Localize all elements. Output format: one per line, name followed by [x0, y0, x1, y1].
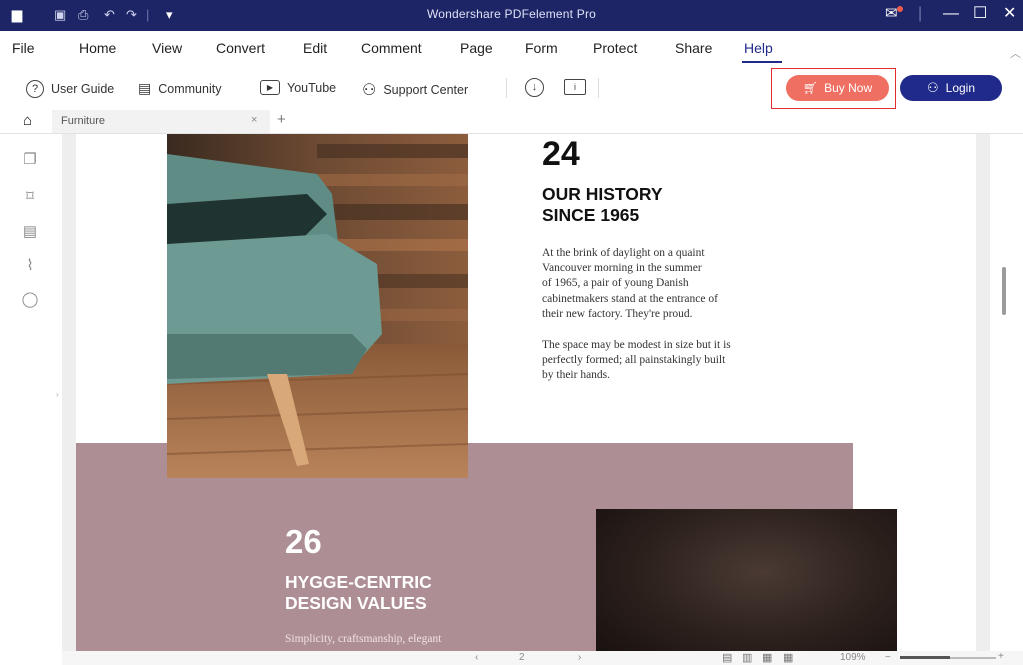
notification-mail-icon[interactable]: ✉ [885, 5, 898, 23]
zoom-slider-fill [900, 656, 950, 659]
history-page-number: 24 [542, 135, 580, 173]
current-page-field[interactable]: 2 [519, 652, 525, 663]
support-center-label: Support Center [383, 83, 469, 97]
document-page: 24 OUR HISTORY SINCE 1965 At the brink o… [76, 134, 976, 665]
next-page-icon[interactable]: › [578, 652, 581, 663]
history-para1-line: Vancouver morning in the summer [542, 262, 702, 275]
menu-page[interactable]: Page [460, 40, 493, 56]
buy-now-label: Buy Now [824, 81, 873, 95]
two-page-view-icon[interactable]: ▦ [762, 651, 772, 664]
armchair-illustration [167, 134, 468, 478]
continuous-view-icon[interactable]: ▥ [742, 651, 752, 664]
status-bar: ‹ 2 › ▤ ▥ ▦ ▦ 109% − + [62, 651, 1023, 665]
search-bubble-icon[interactable]: ◯ [20, 290, 40, 310]
title-bar: ▆ ▣ ⎙ ↶ ↷ | ▾ Wondershare PDFelement Pro… [0, 0, 1023, 31]
tab-furniture[interactable]: Furniture × [52, 110, 270, 133]
vertical-scrollbar[interactable] [990, 134, 1023, 665]
close-button[interactable]: ✕ [1003, 5, 1016, 23]
help-circle-icon: ? [26, 80, 44, 98]
history-paragraph-1: At the brink of daylight on a quaint Van… [542, 246, 792, 322]
menu-form[interactable]: Form [525, 40, 558, 56]
toolbar-divider [506, 78, 507, 98]
menu-edit[interactable]: Edit [303, 40, 327, 56]
menu-help[interactable]: Help [744, 40, 773, 56]
ribbon-toolbar: ? User Guide ▤ Community ▶ YouTube ⚇ Sup… [0, 66, 1023, 110]
download-icon[interactable]: ↓ [525, 78, 544, 97]
history-heading-line1: OUR HISTORY [542, 184, 663, 204]
play-icon: ▶ [260, 80, 280, 95]
home-icon[interactable]: ⌂ [23, 112, 32, 129]
sidebar-collapse-handle[interactable]: › [56, 390, 59, 399]
buy-now-button[interactable]: 🛒︎ Buy Now [786, 75, 889, 101]
history-para2-line: The space may be modest in size but it i… [542, 339, 731, 351]
youtube-label: YouTube [287, 80, 337, 95]
scrollbar-thumb[interactable] [1002, 267, 1006, 315]
document-tab-bar: ⌂ Furniture × + [0, 110, 1023, 134]
zoom-level[interactable]: 109% [840, 652, 866, 663]
info-panel-icon[interactable]: i [564, 79, 586, 95]
single-page-view-icon[interactable]: ▤ [722, 651, 732, 664]
person-icon: ⚇ [362, 82, 377, 99]
zoom-in-icon[interactable]: + [998, 651, 1004, 662]
values-paragraph-snippet: Simplicity, craftsmanship, elegant [285, 633, 442, 645]
new-tab-button[interactable]: + [277, 111, 286, 128]
menu-bar: File Home View Convert Edit Comment Page… [0, 31, 1023, 66]
history-para1-line: their new factory. They're proud. [542, 307, 693, 320]
menu-share[interactable]: Share [675, 40, 712, 56]
history-para2-line: perfectly formed; all painstakingly buil… [542, 354, 726, 367]
comments-icon[interactable]: ▤ [20, 222, 40, 242]
support-center-button[interactable]: ⚇ Support Center [362, 80, 468, 100]
menu-home[interactable]: Home [79, 40, 116, 56]
notification-dot [897, 6, 903, 12]
login-label: Login [945, 81, 976, 95]
bookmark-icon[interactable]: ⌑ [20, 187, 40, 207]
community-label: Community [158, 81, 222, 96]
user-guide-button[interactable]: ? User Guide [26, 80, 114, 98]
cart-icon: 🛒︎ [802, 81, 819, 95]
login-button[interactable]: ⚇ Login [900, 75, 1002, 101]
history-para1-line: of 1965, a pair of young Danish [542, 277, 689, 290]
zoom-out-icon[interactable]: − [885, 652, 891, 663]
minimize-button[interactable]: — [943, 5, 959, 23]
menu-protect[interactable]: Protect [593, 40, 637, 56]
user-guide-label: User Guide [51, 82, 115, 96]
window-title: Wondershare PDFelement Pro [426, 7, 597, 21]
active-menu-underline [742, 61, 782, 63]
community-chat-icon: ▤ [138, 80, 152, 96]
values-page-number: 26 [285, 523, 322, 560]
dark-interior-photo [596, 509, 897, 665]
menu-view[interactable]: View [152, 40, 182, 56]
document-canvas[interactable]: 24 OUR HISTORY SINCE 1965 At the brink o… [62, 134, 990, 665]
prev-page-icon[interactable]: ‹ [475, 652, 478, 663]
values-heading-line2: DESIGN VALUES [285, 593, 427, 613]
values-heading-line1: HYGGE-CENTRIC [285, 572, 432, 592]
tab-close-icon[interactable]: × [251, 114, 257, 126]
menu-comment[interactable]: Comment [361, 40, 422, 56]
community-button[interactable]: ▤ Community [138, 80, 221, 97]
collapse-ribbon-icon[interactable]: ︿ [1010, 45, 1021, 61]
left-sidebar: ❐ ⌑ ▤ ⌇ ◯ › [0, 134, 63, 665]
user-icon: ⚇ [926, 80, 939, 95]
armchair-photo [167, 134, 468, 478]
grid-view-icon[interactable]: ▦ [783, 651, 793, 664]
menu-file[interactable]: File [12, 40, 35, 56]
history-heading-line2: SINCE 1965 [542, 205, 640, 225]
youtube-button[interactable]: ▶ YouTube [260, 80, 336, 95]
history-para1-line: At the brink of daylight on a quaint [542, 247, 705, 259]
history-para1-line: cabinetmakers stand at the entrance of [542, 292, 718, 305]
attachment-icon[interactable]: ⌇ [20, 256, 40, 276]
maximize-button[interactable]: ☐ [973, 5, 987, 23]
separator: | [918, 5, 923, 22]
history-para2-line: by their hands. [542, 369, 611, 382]
thumbnails-icon[interactable]: ❐ [20, 150, 40, 170]
toolbar-divider [598, 78, 599, 98]
menu-convert[interactable]: Convert [216, 40, 265, 56]
history-paragraph-2: The space may be modest in size but it i… [542, 338, 792, 384]
tab-title: Furniture [61, 115, 106, 127]
